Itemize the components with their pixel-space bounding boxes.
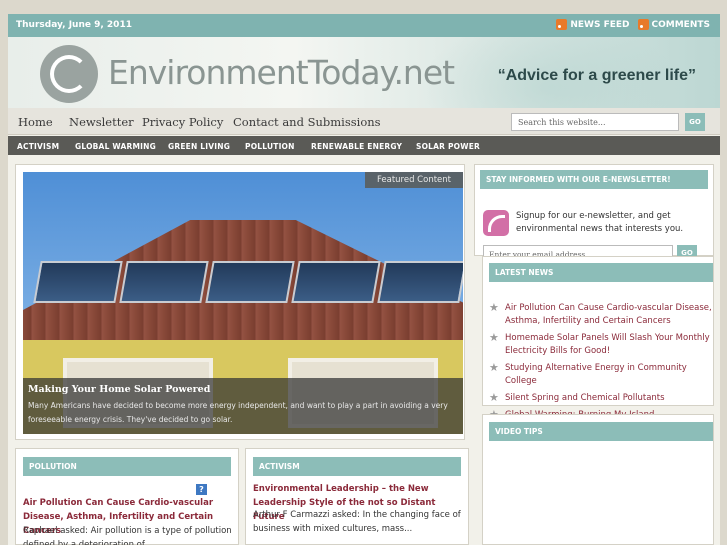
- star-icon: ★: [489, 331, 499, 344]
- site-header: EnvironmentToday.net “Advice for a green…: [8, 37, 720, 108]
- category-activism[interactable]: ACTIVISM: [17, 142, 59, 151]
- comments-feed-link[interactable]: COMMENTS: [637, 19, 710, 30]
- category-bar: ACTIVISM GLOBAL WARMING GREEN LIVING POL…: [8, 136, 720, 155]
- search-go-button[interactable]: GO: [685, 113, 705, 131]
- rss-icon: [556, 19, 568, 30]
- help-icon[interactable]: ?: [196, 484, 207, 495]
- page: Thursday, June 9, 2011 NEWS FEED COMMENT…: [8, 14, 720, 545]
- feed-links: NEWS FEED COMMENTS: [556, 19, 710, 30]
- video-tips-title: VIDEO TIPS: [489, 422, 713, 441]
- activism-title[interactable]: ACTIVISM: [253, 457, 461, 476]
- featured-slider[interactable]: Featured Content Making Your Home Solar …: [23, 172, 463, 434]
- nav-contact-submissions[interactable]: Contact and Submissions: [233, 115, 381, 129]
- featured-text: Many Americans have decided to become mo…: [28, 401, 448, 424]
- news-item[interactable]: ★ Studying Alternative Energy in Communit…: [489, 362, 721, 388]
- newsletter-title: STAY INFORMED WITH OUR E-NEWSLETTER!: [480, 170, 708, 189]
- top-bar: Thursday, June 9, 2011 NEWS FEED COMMENT…: [8, 14, 720, 37]
- site-tagline: “Advice for a greener life”: [497, 67, 696, 84]
- nav-newsletter[interactable]: Newsletter: [69, 115, 134, 129]
- nav-home[interactable]: Home: [18, 115, 53, 129]
- search-input[interactable]: Search this website...: [511, 113, 679, 131]
- newsletter-rss-icon: [483, 210, 509, 236]
- news-item[interactable]: ★ Silent Spring and Chemical Pollutants: [489, 392, 721, 405]
- rss-icon: [637, 19, 649, 30]
- news-feed-label: NEWS FEED: [570, 19, 630, 30]
- featured-caption: Making Your Home Solar Powered Many Amer…: [23, 378, 463, 434]
- news-item[interactable]: ★ Homemade Solar Panels Will Slash Your M…: [489, 332, 721, 358]
- nav-privacy-policy[interactable]: Privacy Policy: [142, 115, 223, 129]
- category-renewable-energy[interactable]: RENEWABLE ENERGY: [311, 142, 402, 151]
- main-nav: Home Newsletter Privacy Policy Contact a…: [8, 108, 720, 135]
- pollution-excerpt: Raphael asked: Air pollution is a type o…: [23, 526, 232, 545]
- category-solar-power[interactable]: SOLAR POWER: [416, 142, 480, 151]
- category-pollution[interactable]: POLLUTION: [245, 142, 295, 151]
- newsletter-text: Signup for our e-newsletter, and get env…: [516, 211, 684, 234]
- category-global-warming[interactable]: GLOBAL WARMING: [75, 142, 156, 151]
- news-item[interactable]: ★ Air Pollution Can Cause Cardio-vascular…: [489, 302, 721, 328]
- star-icon: ★: [489, 361, 499, 374]
- latest-news-title: LATEST NEWS: [489, 263, 713, 282]
- featured-title[interactable]: Making Your Home Solar Powered: [28, 384, 458, 395]
- activism-excerpt: Arthur F Carmazzi asked: In the changing…: [253, 510, 461, 534]
- category-green-living[interactable]: GREEN LIVING: [168, 142, 230, 151]
- latest-news-list: ★ Air Pollution Can Cause Cardio-vascular…: [489, 302, 721, 426]
- site-logo-text[interactable]: EnvironmentToday.net: [108, 53, 455, 92]
- star-icon: ★: [489, 301, 499, 314]
- solar-panels-graphic: [33, 261, 463, 303]
- pollution-title[interactable]: POLLUTION: [23, 457, 231, 476]
- comments-feed-label: COMMENTS: [651, 19, 710, 30]
- current-date: Thursday, June 9, 2011: [16, 20, 132, 30]
- star-icon: ★: [489, 391, 499, 404]
- featured-badge: Featured Content: [364, 172, 463, 188]
- news-feed-link[interactable]: NEWS FEED: [556, 19, 630, 30]
- recycle-logo-icon[interactable]: [40, 45, 98, 103]
